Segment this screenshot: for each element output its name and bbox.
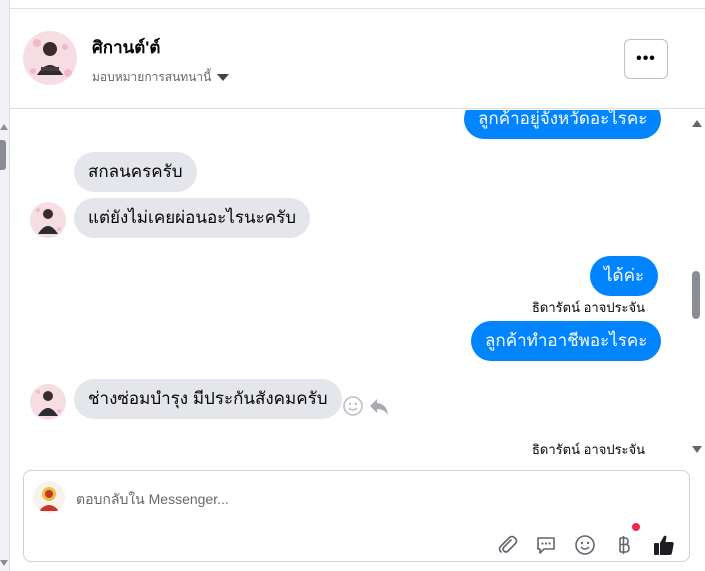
paperclip-icon[interactable] (495, 533, 519, 557)
reply-composer (23, 470, 690, 562)
message-bubble-outgoing[interactable]: ลูกค้าอยู่จังหวัดอะไรคะ (464, 110, 662, 139)
notification-dot (632, 523, 640, 531)
scroll-down-arrow-icon[interactable] (0, 560, 8, 566)
message-bubble-incoming[interactable]: แต่ยังไม่เคยผ่อนอะไรนะครับ (74, 198, 311, 238)
conversation-panel: ศิกานต์'ต์ มอบหมายการสนทนานี้ ••• ลูกค้า… (10, 8, 705, 571)
baht-payment-icon[interactable] (612, 533, 636, 557)
page-avatar (33, 481, 65, 513)
scroll-down-arrow-icon[interactable] (692, 446, 702, 453)
thread-scrollbar[interactable] (690, 110, 705, 460)
message-sender-name: ธิดารัตน์ อาจประจัน (532, 442, 646, 457)
saved-reply-icon[interactable] (534, 533, 558, 557)
contact-message-avatar (30, 384, 66, 420)
emoji-icon[interactable] (573, 533, 597, 557)
contact-message-avatar (30, 202, 66, 238)
message-bubble-incoming[interactable]: ช่างซ่อมบำรุง มีประกันสังคมครับ (74, 379, 342, 419)
conversation-header: ศิกานต์'ต์ มอบหมายการสนทนานี้ ••• (10, 9, 705, 109)
contact-avatar[interactable] (23, 31, 77, 85)
thumbs-up-icon[interactable] (652, 533, 676, 557)
message-bubble-outgoing[interactable]: ได้ค่ะ (590, 256, 659, 296)
message-sender-name: ธิดารัตน์ อาจประจัน (532, 300, 646, 315)
reply-input[interactable] (76, 488, 656, 510)
scroll-thumb[interactable] (0, 140, 6, 170)
reply-arrow-icon[interactable] (368, 395, 390, 417)
contact-name: ศิกานต์'ต์ (92, 38, 161, 57)
assign-conversation-dropdown[interactable]: มอบหมายการสนทนานี้ (92, 68, 230, 87)
scroll-up-arrow-icon[interactable] (692, 120, 702, 127)
react-emoji-icon[interactable] (342, 395, 364, 417)
more-options-button[interactable]: ••• (624, 39, 668, 79)
message-thread[interactable]: ลูกค้าอยู่จังหวัดอะไรคะ สกลนครครับ แต่ยั… (10, 110, 705, 460)
message-bubble-incoming[interactable]: สกลนครครับ (74, 152, 197, 192)
message-bubble-outgoing[interactable]: ลูกค้าทำอาชีพอะไรคะ (471, 321, 662, 361)
scroll-up-arrow-icon[interactable] (0, 124, 8, 130)
caret-down-icon (217, 74, 230, 81)
assign-conversation-label: มอบหมายการสนทนานี้ (92, 70, 212, 84)
outer-scrollbar[interactable] (0, 0, 10, 571)
scroll-thumb[interactable] (692, 271, 700, 319)
